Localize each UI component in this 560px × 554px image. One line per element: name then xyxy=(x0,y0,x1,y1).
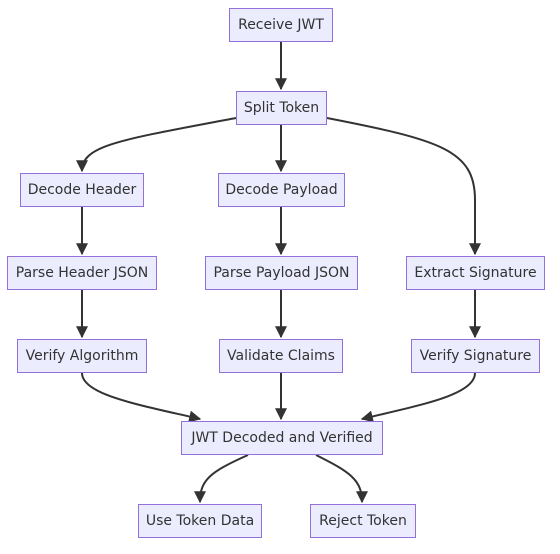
edge-decoded-to-reject xyxy=(315,454,368,504)
edge-split-to-decodeHeader xyxy=(76,117,237,173)
node-parse-payload: Parse Payload JSON xyxy=(205,256,358,290)
edge-split-to-extractSig xyxy=(326,117,481,256)
node-parse-header: Parse Header JSON xyxy=(7,256,157,290)
node-split: Split Token xyxy=(236,91,327,125)
node-receive: Receive JWT xyxy=(229,8,333,42)
node-validate-claims: Validate Claims xyxy=(219,339,343,373)
node-verify-alg: Verify Algorithm xyxy=(17,339,147,373)
node-decode-header: Decode Header xyxy=(20,173,144,207)
edge-verifyAlg-to-decoded xyxy=(81,372,202,423)
edge-decoded-to-useData xyxy=(194,454,249,504)
node-use-data: Use Token Data xyxy=(138,504,262,538)
node-decoded: JWT Decoded and Verified xyxy=(181,421,383,455)
node-reject: Reject Token xyxy=(310,504,416,538)
edge-verifySig-to-decoded xyxy=(360,372,476,423)
node-verify-sig: Verify Signature xyxy=(411,339,540,373)
node-decode-payload: Decode Payload xyxy=(218,173,345,207)
node-extract-sig: Extract Signature xyxy=(406,256,545,290)
